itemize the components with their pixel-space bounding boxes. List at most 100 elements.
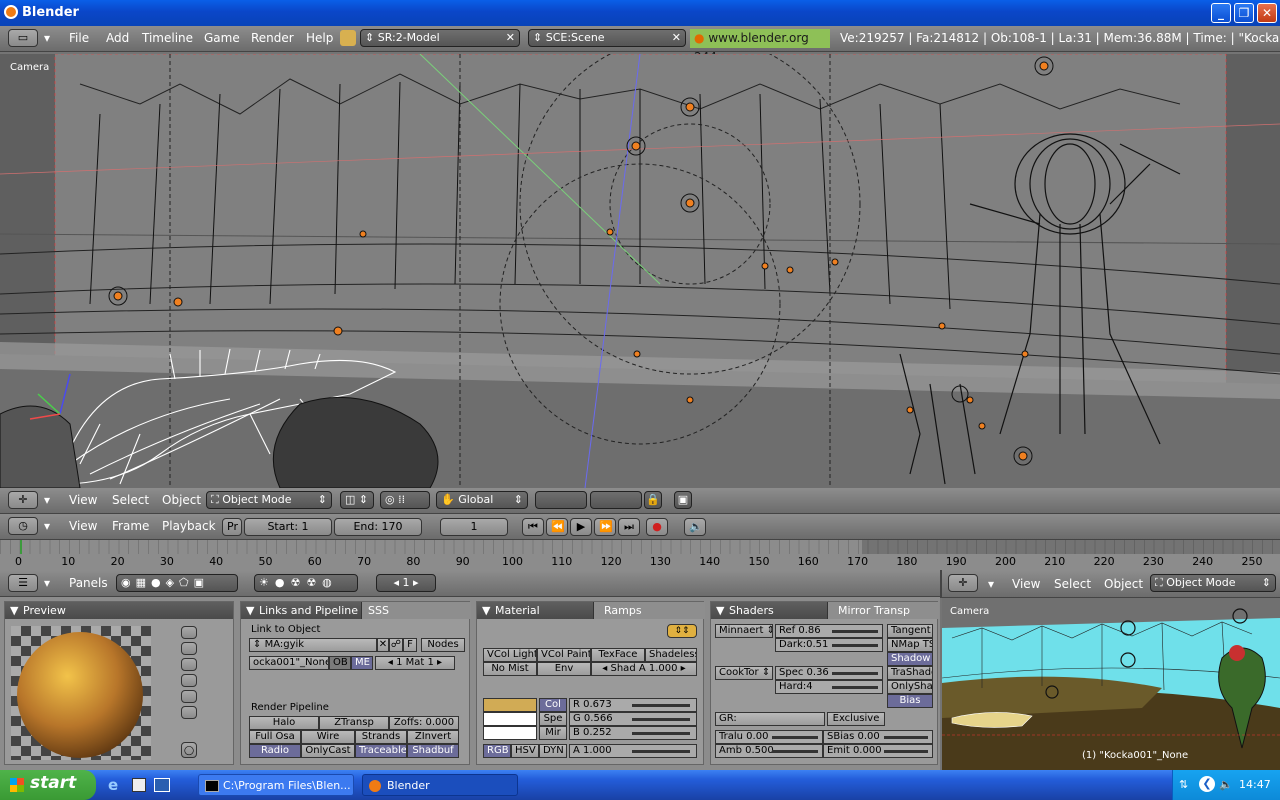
wire-toggle[interactable]: Wire [301,730,355,744]
green-slider[interactable]: G 0.566 [569,712,697,726]
ztransp-toggle[interactable]: ZTransp [319,716,389,730]
diffuse-color-swatch[interactable] [483,698,537,712]
spe-button[interactable]: Spe [539,712,567,726]
menu-file[interactable]: File [69,31,89,45]
camview-mode-dropdown[interactable]: ⛶ Object Mode ⇕ [1150,574,1276,592]
audio-icon[interactable]: 🔈 [684,518,706,536]
timeline-clock-icon[interactable]: ◷ [8,517,38,535]
taskbar-cmd-button[interactable]: C:\Program Files\Blen... [198,774,354,796]
shad-alpha-field[interactable]: ◂ Shad A 1.000 ▸ [591,662,697,676]
menu-timeline[interactable]: Timeline [142,31,193,45]
timeline-menu-playback[interactable]: Playback [162,519,216,533]
unlink-material-icon[interactable]: ✕ [377,638,389,652]
app-quicklaunch-icon[interactable] [154,778,170,792]
preview-sky-icon[interactable] [181,706,197,719]
taskbar-blender-button[interactable]: Blender [362,774,518,796]
shadbuf-toggle[interactable]: Shadbuf [407,744,459,758]
record-icon[interactable]: ● [646,518,668,536]
view3d-menu-select[interactable]: Select [112,493,149,507]
collapse-arrow-icon[interactable]: ▾ [44,493,50,507]
mode-dropdown[interactable]: ⛶ Object Mode ⇕ [206,491,332,509]
desktop-quicklaunch-icon[interactable] [132,778,146,792]
blue-slider[interactable]: B 0.252 [569,726,697,740]
menu-game[interactable]: Game [204,31,240,45]
preview-monkey-icon[interactable] [181,674,197,687]
tangent-toggle[interactable]: Tangent [887,624,933,638]
copy-paste-icon[interactable]: ⇕⇕ [667,624,697,638]
ref-slider[interactable]: Ref 0.86 [775,624,883,638]
material-index-field[interactable]: ◂ 1 Mat 1 ▸ [375,656,455,670]
window-title-bar[interactable]: Blender _ ❐ ✕ [0,0,1280,26]
timeline-menu-view[interactable]: View [69,519,97,533]
lock-icon[interactable]: 🔒 [644,491,662,509]
material-tab[interactable]: Material [495,604,540,617]
shaders-tab[interactable]: Shaders [729,604,774,617]
camview-menu-object[interactable]: Object [1104,577,1143,591]
env-toggle[interactable]: Env [537,662,591,676]
network-icon[interactable]: ⇅ [1179,778,1188,791]
current-frame-marker[interactable] [20,540,22,554]
preview-refresh-icon[interactable]: ◯ [181,742,197,758]
orientation-dropdown[interactable]: ✋ Global ⇕ [436,491,528,509]
fake-user-button[interactable]: F [403,638,417,652]
maximize-button[interactable]: ❐ [1234,3,1254,23]
emit-slider[interactable]: Emit 0.000 [823,744,933,758]
render-preview-icon[interactable]: ▣ [674,491,692,509]
buttons-editor-type-icon[interactable]: ☰ [8,574,38,592]
preview-panel-title[interactable]: ▼ Preview [5,602,233,619]
collapse-arrow-icon[interactable]: ▾ [988,577,994,591]
onlycast-toggle[interactable]: OnlyCast [301,744,355,758]
collapse-arrow-icon[interactable]: ▾ [44,31,50,45]
camview-menu-view[interactable]: View [1012,577,1040,591]
shadow-toggle[interactable]: Shadow [887,652,933,666]
trashado-toggle[interactable]: TraShado [887,666,933,680]
strands-toggle[interactable]: Strands [355,730,407,744]
camview-editor-type-icon[interactable]: ✛ [948,574,978,592]
spec-slider[interactable]: Spec 0.36 [775,666,883,680]
dyn-mode-button[interactable]: DYN [539,744,567,758]
dark-slider[interactable]: Dark:0.51 [775,638,883,652]
zoffs-field[interactable]: Zoffs: 0.000 [389,716,459,730]
context-buttons[interactable]: ◉▦●◈⬠▣ [116,574,238,592]
tralu-slider[interactable]: Tralu 0.00 [715,730,823,744]
specular-color-swatch[interactable] [483,712,537,726]
traceable-toggle[interactable]: Traceable [355,744,407,758]
shading-context-buttons[interactable]: ☀●☢☢◍ [254,574,358,592]
zinvert-toggle[interactable]: ZInvert [407,730,459,744]
3d-viewport[interactable]: Camera [0,54,1280,488]
collapse-arrow-icon[interactable]: ▾ [44,519,50,533]
hsv-mode-button[interactable]: HSV [511,744,539,758]
end-frame-field[interactable]: End: 170 [334,518,422,536]
current-frame-field[interactable]: 1 [440,518,508,536]
view3d-editor-type-icon[interactable]: ✛ [8,491,38,509]
menu-render[interactable]: Render [251,31,294,45]
preview-range-button[interactable]: Pr [222,518,242,536]
collapse-arrow-icon[interactable]: ▾ [44,576,50,590]
ramps-tab[interactable]: Ramps [593,602,705,619]
minimize-button[interactable]: _ [1211,3,1231,23]
rgb-mode-button[interactable]: RGB [483,744,511,758]
view3d-menu-view[interactable]: View [69,493,97,507]
col-button[interactable]: Col [539,698,567,712]
pivot-dropdown[interactable]: ◎ ⁞⁞ [380,491,430,509]
sss-tab[interactable]: SSS [361,602,471,619]
jump-end-icon[interactable]: ⏭ [618,518,640,536]
preview-hair-icon[interactable] [181,690,197,703]
jump-prev-key-icon[interactable]: ⏪ [546,518,568,536]
onlysha-toggle[interactable]: OnlySha [887,680,933,694]
jump-start-icon[interactable]: ⏮ [522,518,544,536]
full-osa-toggle[interactable]: Full Osa [249,730,301,744]
menu-add[interactable]: Add [106,31,129,45]
texface-toggle[interactable]: TexFace [591,648,645,662]
play-icon[interactable]: ▶ [570,518,592,536]
menu-help[interactable]: Help [306,31,333,45]
no-mist-toggle[interactable]: No Mist [483,662,537,676]
group-field[interactable]: GR: [715,712,825,726]
alpha-slider[interactable]: A 1.000 [569,744,697,758]
exclusive-toggle[interactable]: Exclusive [827,712,885,726]
camview-menu-select[interactable]: Select [1054,577,1091,591]
links-tab[interactable]: Links and Pipeline [259,604,358,617]
volume-icon[interactable]: 🔈 [1219,778,1233,791]
preview-cube-icon[interactable] [181,658,197,671]
start-button[interactable]: start [0,770,96,800]
